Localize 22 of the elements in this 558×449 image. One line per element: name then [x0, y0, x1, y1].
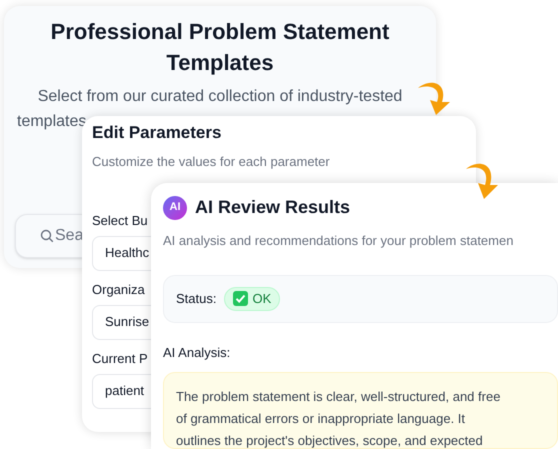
card-title: AI Review Results	[195, 196, 350, 219]
input-field[interactable]: Healthc	[92, 236, 151, 270]
page-title: Professional Problem Statement Templates	[50, 18, 390, 77]
card-subtitle: Customize the values for each parameter	[92, 153, 331, 171]
description-line: Select from our curated collection of industry-tested	[38, 87, 402, 107]
analysis-text: The problem statement is clear, well-structured, and free of grammatical errors or inappropriate language. It outlines the project's objectives, scope, and expected	[176, 388, 502, 449]
check-icon	[233, 291, 248, 306]
search-icon	[40, 229, 54, 243]
search-field[interactable]: Sea	[15, 214, 85, 258]
status-pill: OK	[224, 286, 280, 310]
field-label: Organiza	[92, 280, 145, 298]
status-label: Status:	[176, 290, 216, 308]
section-label: AI Analysis:	[163, 344, 232, 362]
field-label: Current P	[92, 350, 148, 366]
card-title: Edit Parameters	[92, 122, 222, 144]
search-placeholder: Sea	[55, 226, 84, 246]
ai-badge: AI	[163, 196, 187, 220]
description-line: templates	[17, 112, 86, 132]
field-label: Select Bu	[92, 212, 148, 228]
input-field[interactable]: patient	[92, 374, 151, 408]
input-field[interactable]: Sunrise	[92, 304, 151, 340]
card-subtitle: AI analysis and recommendations for your problem statemen	[163, 232, 514, 250]
